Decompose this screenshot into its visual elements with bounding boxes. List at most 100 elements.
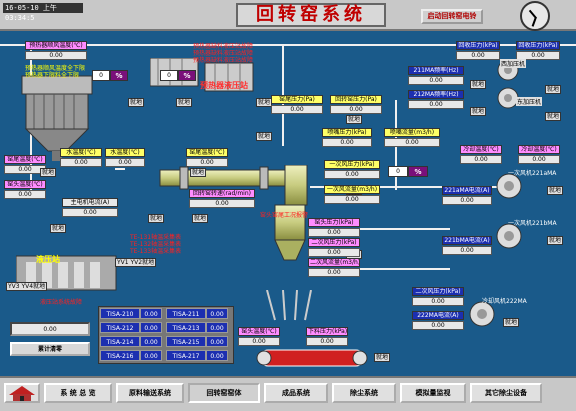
kilnhead-temp-value: 0.00 xyxy=(4,190,46,199)
nav-button-3[interactable]: 回转窑窑体 xyxy=(188,383,260,403)
bottom-temp-value: 0.00 xyxy=(238,337,280,346)
bottom-press-value: 0.00 xyxy=(306,337,348,346)
tisa-value: 0.00 xyxy=(206,308,228,319)
clock-icon xyxy=(520,1,550,31)
coal-press-label: 喷嘴压力(kPa) xyxy=(322,128,372,137)
local-switch-11[interactable]: 就地 xyxy=(192,214,209,223)
fan222-label: 冷却风机222MA xyxy=(482,298,527,305)
primary-fans xyxy=(496,173,522,249)
cool-temp-value-2: 0.00 xyxy=(518,155,560,164)
local-switch-7[interactable]: 就地 xyxy=(470,107,487,116)
local-switch-2[interactable]: 就地 xyxy=(176,98,193,107)
kiln-speed-label: 回转窑转速(rad/min) xyxy=(189,189,255,198)
fan211-freq-value: 0.00 xyxy=(408,76,464,85)
preheater-hydraulic-label: 预热器液压站 xyxy=(200,81,248,90)
nav-button-1[interactable]: 系 统 总 览 xyxy=(44,383,112,403)
tisa-tag: TISA-215 xyxy=(166,336,206,347)
tisa-tag: TISA-212 xyxy=(100,322,140,333)
fan221b-current-label: 221bMA电流(A) xyxy=(442,236,492,245)
primary-press-value: 0.00 xyxy=(324,170,380,179)
east-comp-press-label: 回收压力(kPa) xyxy=(516,41,560,50)
hydraulic-fault: 液压站系统故障 xyxy=(40,299,83,306)
local-switch-14[interactable]: 就地 xyxy=(190,168,207,177)
total-counter-value: 0.00 xyxy=(10,322,90,336)
local-switch-3[interactable]: 就地 xyxy=(256,98,273,107)
secondary-press-value: 0.00 xyxy=(308,248,360,257)
yv4-switch[interactable]: YV3 YV4就地 xyxy=(6,282,48,291)
secondary-temp-value: 0.00 xyxy=(308,228,360,237)
local-switch-19[interactable]: 就地 xyxy=(503,318,520,327)
nav-button-7[interactable]: 其它除尘设备 xyxy=(470,383,542,403)
page-title: 回转窑系统 xyxy=(236,3,386,27)
fan211-freq-label: 211MA频率(Hz) xyxy=(408,66,464,75)
nav-button-2[interactable]: 原料输送系统 xyxy=(116,383,184,403)
cooler-press-label: 二次风压力(kPa) xyxy=(412,287,464,296)
main-motor-current-value: 0.00 xyxy=(62,208,118,217)
secondary-temp-label: 窑头压力(kPa) xyxy=(308,218,360,227)
kiln-inlet-press-value: 0.00 xyxy=(330,105,382,114)
cyc2-percent-value: 0 xyxy=(160,70,178,81)
local-switch-10[interactable]: 就地 xyxy=(148,214,165,223)
fan221a-current-value: 0.00 xyxy=(442,196,492,205)
reset-counter-button[interactable]: 累计清零 xyxy=(10,342,90,356)
tisa-value: 0.00 xyxy=(140,350,162,361)
kilnhead-temp-label: 窑头温度(℃) xyxy=(4,180,46,189)
local-switch-12[interactable]: 就地 xyxy=(50,224,67,233)
preheater-alarm-2: 预热器下限料全下限 xyxy=(25,72,80,79)
local-switch-13[interactable]: 就地 xyxy=(40,168,57,177)
fan212-freq-value: 0.00 xyxy=(408,100,464,109)
home-icon xyxy=(9,386,35,401)
nav-button-4[interactable]: 成品系统 xyxy=(264,383,328,403)
cooler-press-value: 0.00 xyxy=(412,297,464,306)
local-switch-1[interactable]: 就地 xyxy=(128,98,145,107)
kiln-temp-label: 窑尾温度(℃) xyxy=(186,148,228,157)
tisa-tag: TISA-210 xyxy=(100,308,140,319)
yv2-switch[interactable]: YV1 YV2就地 xyxy=(115,258,157,267)
east-compressor-label: 东加压机 xyxy=(516,97,543,106)
home-button[interactable] xyxy=(4,383,40,403)
local-switch-9[interactable]: 就地 xyxy=(545,112,562,121)
local-switch-18[interactable]: 就地 xyxy=(547,236,564,245)
secondary-flow-value: 0.00 xyxy=(308,268,360,277)
tisa-value: 0.00 xyxy=(140,308,162,319)
primary-press-label: 一次风压力(kPa) xyxy=(324,160,380,169)
kiln-tail-press-value: 0.00 xyxy=(271,105,323,114)
fan221b-current-value: 0.00 xyxy=(442,246,492,255)
te133-label: TE-133轴温采集表 xyxy=(130,248,182,255)
tail-temp-label: 窑尾温度(℃) xyxy=(4,155,46,164)
secondary-flow-label: 二次风流量(m3/h) xyxy=(308,258,360,267)
kiln-tail-press-label: 窑尾压力(Pa) xyxy=(271,95,323,104)
local-switch-4[interactable]: 就地 xyxy=(346,115,363,124)
coal-flow-value: 0.00 xyxy=(384,138,440,147)
start-kiln-bell-button[interactable]: 启动回转窑电铃 xyxy=(421,9,483,24)
secondary-press-label: 二次风压力(kPa) xyxy=(308,238,360,247)
coal-press-value: 0.00 xyxy=(322,138,372,147)
tisa-tag: TISA-217 xyxy=(166,350,206,361)
local-switch-8[interactable]: 就地 xyxy=(545,85,562,94)
local-switch-5[interactable]: 就地 xyxy=(256,132,273,141)
nav-button-6[interactable]: 模拟量监视 xyxy=(400,383,466,403)
kiln-inlet-press-label: 回转窑压力(Pa) xyxy=(330,95,382,104)
cool-temp-value-1: 0.00 xyxy=(460,155,502,164)
air-percent-unit: % xyxy=(408,166,428,177)
cool-temp-label-1: 冷却温度(℃) xyxy=(460,145,502,154)
fan221b-label: 一次风机221bMA xyxy=(508,220,557,227)
fan222-current-value: 0.00 xyxy=(412,321,464,330)
tisa-value: 0.00 xyxy=(206,336,228,347)
cyc1-percent-value: 0 xyxy=(92,70,110,81)
tisa-value: 0.00 xyxy=(140,336,162,347)
tisa-tag: TISA-211 xyxy=(166,308,206,319)
nav-button-5[interactable]: 除尘系统 xyxy=(332,383,396,403)
cyc1-percent-unit: % xyxy=(110,70,128,81)
west-compressor-label: 西加压机 xyxy=(500,59,527,68)
cyc2-percent-unit: % xyxy=(178,70,196,81)
conveyor-belt xyxy=(256,349,368,367)
water-temp-value-1: 0.00 xyxy=(60,158,102,167)
west-comp-press-value: 0.00 xyxy=(456,51,500,60)
preheater-temp-label: 预热器顺风温度(℃) xyxy=(25,41,87,50)
local-switch-6[interactable]: 就地 xyxy=(470,80,487,89)
local-switch-20[interactable]: 就地 xyxy=(374,353,391,362)
tisa-value: 0.00 xyxy=(206,350,228,361)
west-comp-press-label: 回收压力(kPa) xyxy=(456,41,500,50)
local-switch-17[interactable]: 就地 xyxy=(547,186,564,195)
